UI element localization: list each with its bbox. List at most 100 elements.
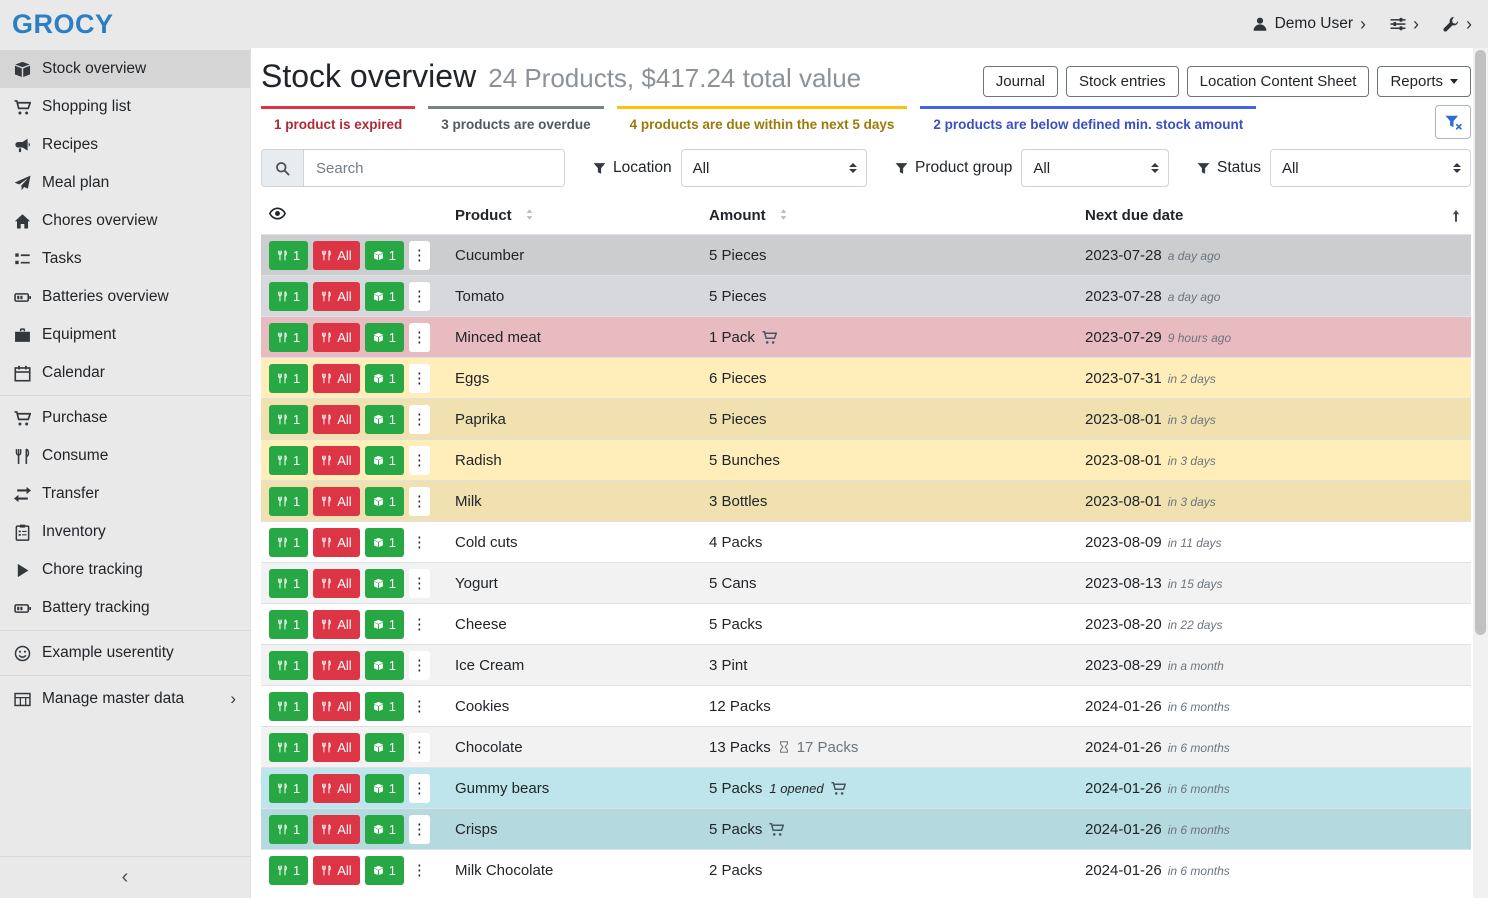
consume-all-button[interactable]: All	[313, 487, 359, 516]
scrollbar-thumb[interactable]	[1475, 50, 1486, 635]
row-menu-button[interactable]: ⋮	[409, 446, 430, 475]
sidebar-item-consume[interactable]: Consume	[0, 437, 250, 475]
consume-one-button[interactable]: 1	[269, 282, 308, 311]
open-one-button[interactable]: 1	[365, 733, 404, 762]
product-group-filter-select[interactable]: All	[1021, 149, 1169, 187]
location-filter-select[interactable]: All	[681, 149, 867, 187]
open-one-button[interactable]: 1	[365, 528, 404, 557]
sidebar-collapse-button[interactable]: ‹	[0, 856, 250, 898]
consume-all-button[interactable]: All	[313, 241, 359, 270]
status-filter-select[interactable]: All	[1270, 149, 1471, 187]
open-one-button[interactable]: 1	[365, 487, 404, 516]
row-menu-button[interactable]: ⋮	[409, 856, 430, 885]
open-one-button[interactable]: 1	[365, 692, 404, 721]
sidebar-item-calendar[interactable]: Calendar	[0, 354, 250, 392]
consume-all-button[interactable]: All	[313, 323, 359, 352]
sidebar-item-manage-master-data[interactable]: Manage master data›	[0, 679, 250, 719]
admin-menu[interactable]: ›	[1443, 15, 1472, 33]
user-menu[interactable]: Demo User ›	[1252, 15, 1366, 33]
row-menu-button[interactable]: ⋮	[409, 282, 430, 311]
status-card-due-soon[interactable]: 4 products are due within the next 5 day…	[617, 106, 908, 139]
open-one-button[interactable]: 1	[365, 364, 404, 393]
consume-one-button[interactable]: 1	[269, 692, 308, 721]
open-one-button[interactable]: 1	[365, 815, 404, 844]
consume-one-button[interactable]: 1	[269, 610, 308, 639]
consume-one-button[interactable]: 1	[269, 446, 308, 475]
open-one-button[interactable]: 1	[365, 651, 404, 680]
row-menu-button[interactable]: ⋮	[409, 569, 430, 598]
row-menu-button[interactable]: ⋮	[409, 323, 430, 352]
consume-one-button[interactable]: 1	[269, 733, 308, 762]
location-content-sheet-button[interactable]: Location Content Sheet	[1187, 66, 1370, 97]
open-one-button[interactable]: 1	[365, 446, 404, 475]
row-menu-button[interactable]: ⋮	[409, 733, 430, 762]
open-one-button[interactable]: 1	[365, 405, 404, 434]
sidebar-item-battery-tracking[interactable]: Battery tracking	[0, 589, 250, 627]
sidebar-item-tasks[interactable]: Tasks	[0, 240, 250, 278]
sidebar-item-chores-overview[interactable]: Chores overview	[0, 202, 250, 240]
search-input[interactable]	[303, 149, 565, 187]
row-menu-button[interactable]: ⋮	[409, 405, 430, 434]
sidebar-item-transfer[interactable]: Transfer	[0, 475, 250, 513]
row-menu-button[interactable]: ⋮	[409, 487, 430, 516]
stock-entries-button[interactable]: Stock entries	[1066, 66, 1179, 97]
column-header-amount[interactable]: Amount	[701, 197, 1077, 235]
row-menu-button[interactable]: ⋮	[409, 610, 430, 639]
consume-one-button[interactable]: 1	[269, 241, 308, 270]
consume-one-button[interactable]: 1	[269, 528, 308, 557]
consume-one-button[interactable]: 1	[269, 323, 308, 352]
consume-all-button[interactable]: All	[313, 733, 359, 762]
row-menu-button[interactable]: ⋮	[409, 651, 430, 680]
consume-all-button[interactable]: All	[313, 282, 359, 311]
consume-one-button[interactable]: 1	[269, 487, 308, 516]
consume-one-button[interactable]: 1	[269, 651, 308, 680]
sidebar-item-purchase[interactable]: Purchase	[0, 399, 250, 437]
open-one-button[interactable]: 1	[365, 569, 404, 598]
consume-one-button[interactable]: 1	[269, 856, 308, 885]
consume-one-button[interactable]: 1	[269, 815, 308, 844]
sidebar-item-chore-tracking[interactable]: Chore tracking	[0, 551, 250, 589]
row-menu-button[interactable]: ⋮	[409, 528, 430, 557]
sidebar-item-meal-plan[interactable]: Meal plan	[0, 164, 250, 202]
row-menu-button[interactable]: ⋮	[409, 241, 430, 270]
consume-one-button[interactable]: 1	[269, 405, 308, 434]
sidebar-item-equipment[interactable]: Equipment	[0, 316, 250, 354]
status-card-expired[interactable]: 1 product is expired	[261, 106, 415, 139]
consume-all-button[interactable]: All	[313, 569, 359, 598]
sidebar-item-inventory[interactable]: Inventory	[0, 513, 250, 551]
row-menu-button[interactable]: ⋮	[409, 692, 430, 721]
settings-menu[interactable]: ›	[1390, 15, 1419, 33]
journal-button[interactable]: Journal	[983, 66, 1058, 97]
sidebar-item-recipes[interactable]: Recipes	[0, 126, 250, 164]
clear-filters-button[interactable]	[1435, 105, 1471, 139]
consume-all-button[interactable]: All	[313, 651, 359, 680]
sidebar-item-batteries-overview[interactable]: Batteries overview	[0, 278, 250, 316]
consume-all-button[interactable]: All	[313, 610, 359, 639]
consume-all-button[interactable]: All	[313, 405, 359, 434]
column-header-product[interactable]: Product	[447, 197, 701, 235]
column-header-next-due-date[interactable]: Next due date	[1077, 197, 1471, 235]
row-menu-button[interactable]: ⋮	[409, 815, 430, 844]
consume-all-button[interactable]: All	[313, 528, 359, 557]
status-card-below-min[interactable]: 2 products are below defined min. stock …	[920, 106, 1256, 139]
open-one-button[interactable]: 1	[365, 241, 404, 270]
consume-all-button[interactable]: All	[313, 856, 359, 885]
consume-all-button[interactable]: All	[313, 692, 359, 721]
row-menu-button[interactable]: ⋮	[409, 364, 430, 393]
sidebar-item-example-userentity[interactable]: Example userentity	[0, 634, 250, 672]
open-one-button[interactable]: 1	[365, 774, 404, 803]
consume-one-button[interactable]: 1	[269, 774, 308, 803]
sidebar-item-stock-overview[interactable]: Stock overview	[0, 50, 250, 88]
eye-icon[interactable]	[269, 205, 286, 222]
row-menu-button[interactable]: ⋮	[409, 774, 430, 803]
open-one-button[interactable]: 1	[365, 856, 404, 885]
consume-one-button[interactable]: 1	[269, 569, 308, 598]
open-one-button[interactable]: 1	[365, 610, 404, 639]
reports-button[interactable]: Reports	[1377, 66, 1471, 97]
consume-all-button[interactable]: All	[313, 364, 359, 393]
open-one-button[interactable]: 1	[365, 282, 404, 311]
consume-all-button[interactable]: All	[313, 774, 359, 803]
sidebar-item-shopping-list[interactable]: Shopping list	[0, 88, 250, 126]
app-logo[interactable]: GROCY	[12, 9, 114, 40]
status-card-overdue[interactable]: 3 products are overdue	[428, 106, 603, 139]
